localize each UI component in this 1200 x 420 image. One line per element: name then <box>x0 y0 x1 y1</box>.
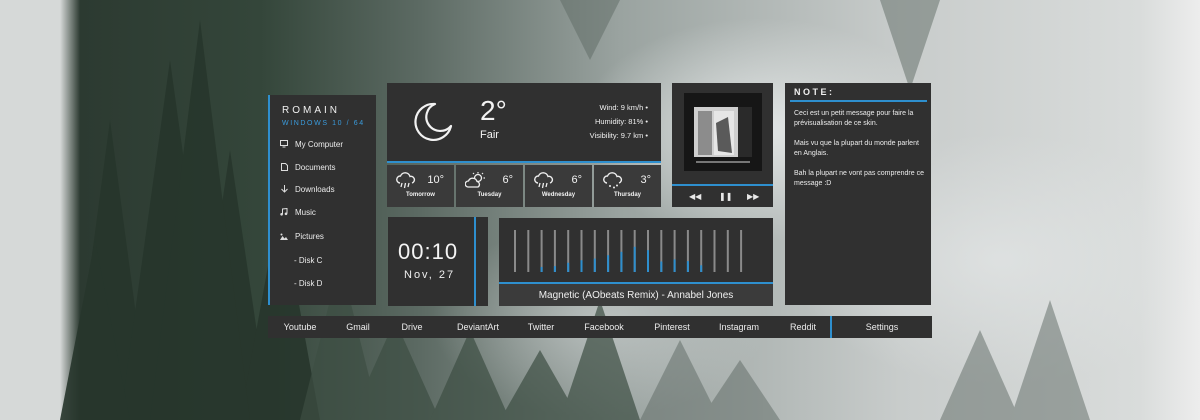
moon-icon <box>414 102 453 142</box>
forecast-day: 3° Thursday <box>594 165 661 207</box>
visualizer-level <box>660 261 663 272</box>
humidity-stat: Humidity: 81% • <box>594 117 648 126</box>
clock-time: 00:10 <box>398 239 459 264</box>
note-paragraph: Ceci est un petit message pour faire la … <box>794 110 914 127</box>
visualizer-level <box>567 262 570 272</box>
nav-link-instagram[interactable]: Instagram <box>708 316 770 338</box>
now-playing-title: Magnetic (AObeats Remix) - Annabel Jones <box>538 290 734 301</box>
forecast-temp: 3° <box>640 174 651 186</box>
image-icon <box>280 233 288 240</box>
audio-visualizer-panel: Magnetic (AObeats Remix) - Annabel Jones <box>499 218 773 306</box>
sidebar-item-disk-d[interactable]: - Disk D <box>294 279 322 288</box>
forecast-day: 6° Tuesday <box>456 165 523 207</box>
clock-divider <box>474 217 476 306</box>
visualizer-baseline <box>499 282 773 284</box>
sidebar-panel: ROMAIN WINDOWS 10 / 64 My Computer Docum… <box>268 95 376 305</box>
next-button[interactable]: ▶▶ <box>747 192 759 201</box>
visualizer-track <box>514 230 516 272</box>
progress-bar[interactable] <box>672 184 773 186</box>
current-temperature: 2° <box>480 95 507 126</box>
album-cover <box>684 93 762 171</box>
forest-wallpaper <box>0 0 1200 420</box>
nav-link-deviantart[interactable]: DeviantArt <box>444 316 512 338</box>
sidebar-item-documents[interactable]: Documents <box>280 160 335 174</box>
sidebar-item-disk-c[interactable]: - Disk C <box>294 256 322 265</box>
nav-link-pinterest[interactable]: Pinterest <box>644 316 700 338</box>
previous-button[interactable]: ◀◀ <box>689 192 701 201</box>
visualizer-level <box>673 259 676 272</box>
visibility-stat: Visibility: 9.7 km • <box>589 131 648 140</box>
weather-forecast-row: 10° Tomorrow 6° Tuesday 6° Wednesday 3° … <box>387 165 661 207</box>
bottom-nav-bar: Youtube Gmail Drive DeviantArt Twitter F… <box>268 316 932 338</box>
nav-link-reddit[interactable]: Reddit <box>776 316 830 338</box>
visualizer-level <box>620 251 623 272</box>
current-condition: Fair <box>480 129 499 141</box>
visualizer-track <box>726 230 729 272</box>
visualizer-level <box>607 255 610 272</box>
weather-stats: Wind: 9 km/h • Humidity: 81% • Visibilit… <box>590 101 648 143</box>
visualizer-track <box>740 230 743 272</box>
music-player-panel: ◀◀ ❚❚ ▶▶ <box>672 83 773 207</box>
nav-link-youtube[interactable]: Youtube <box>272 316 328 338</box>
sidebar-item-label: Music <box>295 207 316 217</box>
wind-stat: Wind: 9 km/h • <box>599 103 648 112</box>
music-note-icon <box>280 208 288 216</box>
arrow-down-icon <box>280 185 288 193</box>
visualizer-track <box>527 230 530 272</box>
forecast-day-label: Tuesday <box>477 192 502 198</box>
weather-current-panel: 2° Fair Wind: 9 km/h • Humidity: 81% • V… <box>387 83 661 163</box>
visualizer-track <box>553 230 556 272</box>
visualizer-level <box>633 246 636 272</box>
clock-date: Nov, 27 <box>404 269 456 281</box>
nav-link-gmail[interactable]: Gmail <box>332 316 384 338</box>
forecast-temp: 10° <box>427 174 444 186</box>
pause-button[interactable]: ❚❚ <box>719 192 732 201</box>
visualizer-level <box>647 250 649 272</box>
sidebar-item-downloads[interactable]: Downloads <box>280 182 335 196</box>
rain-cloud-icon <box>396 172 416 189</box>
note-paragraph: Mais vu que la plupart du monde parlent … <box>794 140 919 157</box>
forecast-day: 6° Wednesday <box>525 165 592 207</box>
visualizer-track <box>540 230 543 272</box>
visualizer-level <box>593 258 596 272</box>
forecast-day: 10° Tomorrow <box>387 165 454 207</box>
sidebar-item-music[interactable]: Music <box>280 205 316 219</box>
visualizer-level <box>686 261 689 272</box>
forecast-day-label: Wednesday <box>541 192 576 198</box>
clock-panel: 00:10 Nov, 27 <box>388 217 488 306</box>
note-panel: NOTE: Ceci est un petit message pour fai… <box>785 83 931 305</box>
sidebar-item-label: Pictures <box>295 231 324 241</box>
nav-link-drive[interactable]: Drive <box>388 316 436 338</box>
sidebar-item-label: My Computer <box>295 139 344 149</box>
visualizer-level <box>540 266 543 272</box>
username-label: ROMAIN <box>282 105 340 116</box>
settings-label: Settings <box>865 322 899 332</box>
visualizer-level <box>580 260 583 272</box>
note-title: NOTE: <box>794 87 835 97</box>
note-divider <box>790 100 927 102</box>
nav-link-twitter[interactable]: Twitter <box>514 316 568 338</box>
os-label: WINDOWS 10 / 64 <box>282 120 365 127</box>
rain-cloud-icon <box>534 172 554 189</box>
sidebar-item-pictures[interactable]: Pictures <box>280 229 324 243</box>
visualizer-track <box>713 230 716 272</box>
forecast-temp: 6° <box>502 174 513 186</box>
forecast-day-label: Tomorrow <box>406 192 435 198</box>
partly-sunny-icon <box>465 172 485 188</box>
visualizer-level <box>700 265 703 272</box>
snow-cloud-icon <box>603 172 623 189</box>
sidebar-item-my-computer[interactable]: My Computer <box>280 137 343 151</box>
document-icon <box>280 163 288 171</box>
note-paragraph: Bah la plupart ne vont pas comprendre ce… <box>794 170 924 187</box>
forecast-day-label: Thursday <box>613 192 641 198</box>
sidebar-item-label: Documents <box>295 162 336 172</box>
settings-button[interactable]: Settings <box>830 316 932 338</box>
visualizer-level <box>553 266 556 272</box>
forecast-temp: 6° <box>571 174 582 186</box>
monitor-icon <box>280 140 288 148</box>
sidebar-item-label: Downloads <box>295 184 335 194</box>
nav-link-facebook[interactable]: Facebook <box>574 316 634 338</box>
